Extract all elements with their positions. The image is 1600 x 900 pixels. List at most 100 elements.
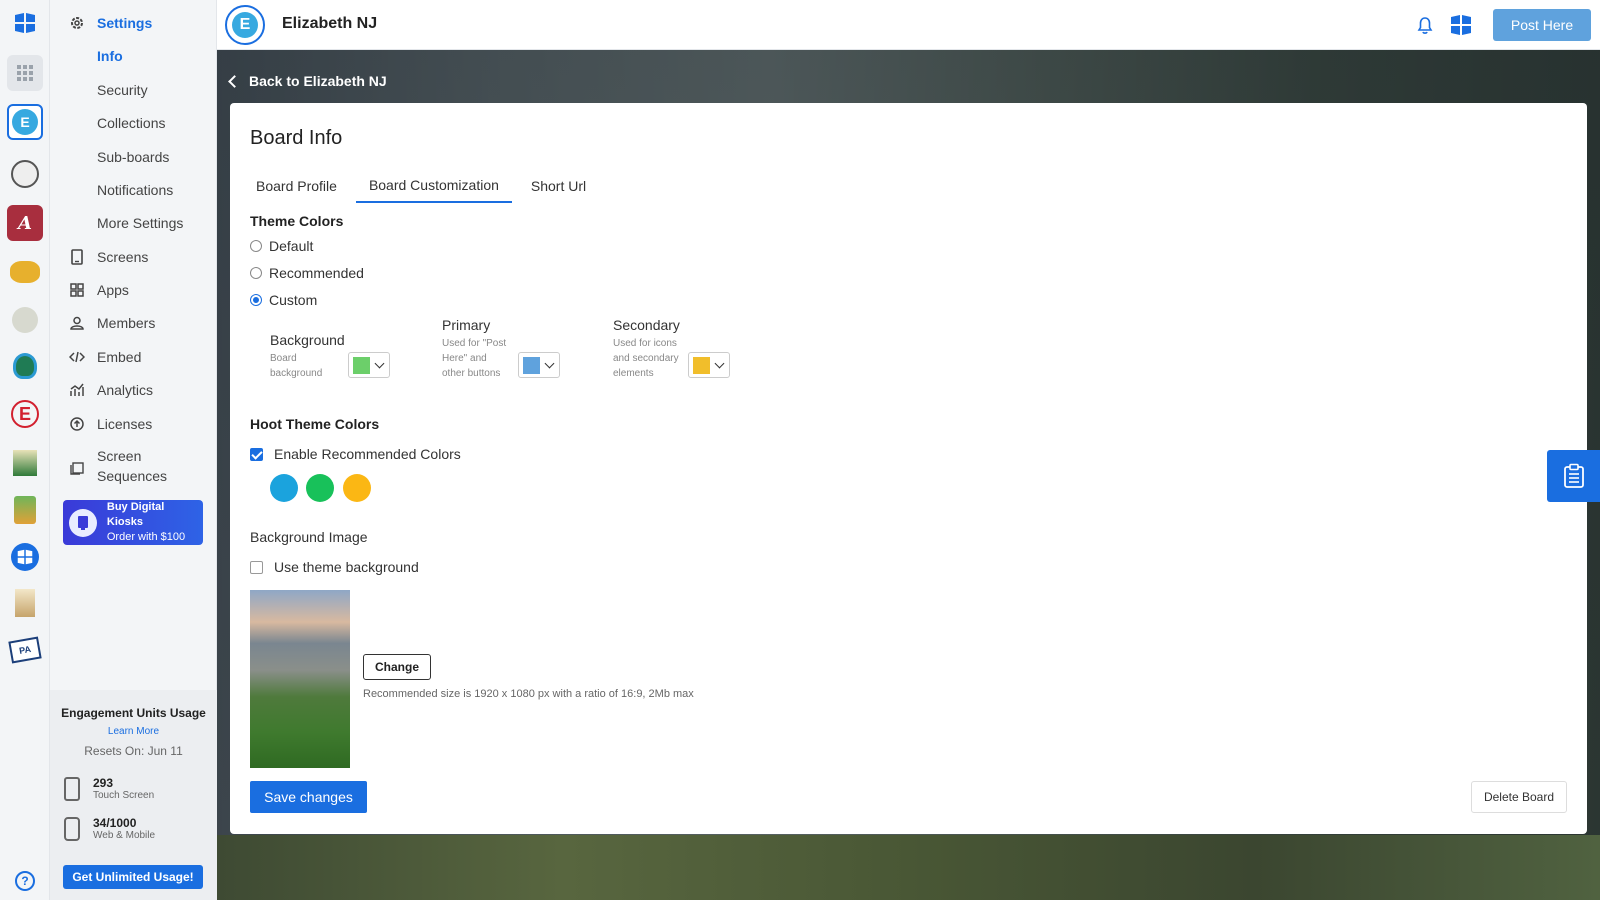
upload-circle-icon (68, 415, 86, 433)
board-pa-flag-icon[interactable]: PA (7, 632, 43, 668)
radio-button[interactable] (250, 267, 262, 279)
radio-label: Recommended (269, 265, 364, 281)
sidebar-item-analytics[interactable]: Analytics (68, 378, 153, 402)
chevron-down-icon (544, 358, 555, 369)
change-image-button[interactable]: Change (363, 654, 431, 680)
primary-color-picker[interactable] (518, 352, 560, 378)
sidebar-item-label: Embed (97, 349, 142, 365)
board-crest-icon[interactable] (7, 302, 43, 338)
board-logo-letter-icon: E (12, 109, 38, 135)
promo-title: Buy Digital Kiosks (106, 501, 165, 528)
page-title: Board Info (250, 127, 343, 149)
post-here-button[interactable]: Post Here (1493, 9, 1591, 41)
sidebar-sub-info[interactable]: Info (97, 44, 123, 68)
board-cheer-icon[interactable] (7, 254, 43, 290)
hoot-color-blue[interactable] (270, 474, 298, 502)
background-color-block: Background Board background (270, 332, 345, 381)
radio-custom[interactable]: Custom (250, 292, 317, 308)
background-trees (217, 835, 1600, 900)
board-name[interactable]: Elizabeth NJ (282, 15, 377, 33)
radio-label: Default (269, 238, 314, 254)
clipboard-icon (1563, 463, 1584, 488)
tablet-icon (68, 248, 86, 266)
radio-default[interactable]: Default (250, 238, 313, 254)
chart-icon (68, 381, 86, 399)
sidebar-sub-collections[interactable]: Collections (97, 111, 165, 135)
sidebar-sub-notifications[interactable]: Notifications (97, 178, 173, 202)
touch-screen-icon (64, 776, 80, 801)
sidebar-sub-sub-boards[interactable]: Sub-boards (97, 145, 169, 169)
sidebar-item-label: Apps (97, 282, 129, 298)
settings-sidebar: Settings Info Security Collections Sub-b… (50, 0, 217, 900)
sidebar-sub-security[interactable]: Security (97, 78, 148, 102)
hoot-color-yellow[interactable] (343, 474, 371, 502)
sidebar-sub-more-settings[interactable]: More Settings (97, 211, 183, 235)
sidebar-item-settings[interactable]: Settings (68, 11, 152, 35)
tab-bar: Board Profile Board Customization Short … (243, 169, 605, 203)
tab-board-profile[interactable]: Board Profile (243, 169, 350, 203)
usage-title: Engagement Units Usage (61, 706, 206, 720)
radio-button[interactable] (250, 240, 262, 252)
hoot-theme-title: Hoot Theme Colors (250, 416, 380, 432)
board-script-a-icon[interactable]: A (7, 205, 43, 241)
board-info-card: Board Info Board Profile Board Customiza… (230, 103, 1587, 834)
primary-color-block: Primary Used for "Post Here" and other b… (442, 317, 510, 381)
board-school-icon[interactable] (7, 445, 43, 481)
clipboard-button[interactable] (1547, 450, 1600, 502)
hoot-color-green[interactable] (306, 474, 334, 502)
code-icon (68, 348, 86, 366)
delete-board-button[interactable]: Delete Board (1471, 781, 1567, 813)
color-swatch (523, 357, 540, 374)
tab-short-url[interactable]: Short Url (518, 169, 599, 203)
background-color-picker[interactable] (348, 352, 390, 378)
save-changes-button[interactable]: Save changes (250, 781, 367, 813)
all-boards-icon[interactable] (7, 55, 43, 91)
sidebar-item-licenses[interactable]: Licenses (68, 412, 152, 436)
get-unlimited-button[interactable]: Get Unlimited Usage! (63, 865, 203, 889)
tab-board-customization[interactable]: Board Customization (355, 169, 512, 203)
board-e-red-icon[interactable]: E (7, 396, 43, 432)
sidebar-item-screens[interactable]: Screens (68, 245, 148, 269)
sidebar-item-embed[interactable]: Embed (68, 345, 141, 369)
enable-recommended-colors[interactable]: Enable Recommended Colors (250, 446, 461, 462)
bell-icon[interactable] (1415, 15, 1435, 35)
board-hoot-icon[interactable] (7, 539, 43, 575)
color-description: Used for "Post Here" and other buttons (442, 338, 507, 379)
radio-recommended[interactable]: Recommended (250, 265, 364, 281)
mobile-icon (64, 816, 80, 841)
board-seal-icon[interactable] (7, 156, 43, 192)
chevron-down-icon (374, 358, 385, 369)
board-tower-icon[interactable] (7, 585, 43, 621)
secondary-color-picker[interactable] (688, 352, 730, 378)
image-size-hint: Recommended size is 1920 x 1080 px with … (363, 688, 694, 700)
color-description: Board background (270, 353, 323, 379)
sidebar-item-label: Analytics (97, 382, 154, 398)
learn-more-link[interactable]: Learn More (50, 726, 217, 737)
radio-button[interactable] (250, 294, 262, 306)
hoot-apps-icon[interactable] (1450, 14, 1472, 36)
background-image-thumbnail (250, 590, 350, 768)
gear-icon (68, 14, 86, 32)
board-columbia-icon[interactable] (7, 348, 43, 384)
buy-kiosks-banner[interactable]: Buy Digital Kiosks Order with $100 (63, 500, 203, 545)
touch-count: 293 (93, 776, 114, 790)
screens-icon (68, 459, 86, 477)
usage-web-row: 34/1000 Web & Mobile (64, 816, 155, 841)
board-elizabeth-icon[interactable]: E (7, 104, 43, 140)
hoot-logo-icon[interactable] (14, 13, 36, 33)
sidebar-item-apps[interactable]: Apps (68, 278, 129, 302)
checkbox[interactable] (250, 447, 263, 461)
board-logo[interactable]: E (225, 5, 265, 45)
secondary-color-block: Secondary Used for icons and secondary e… (613, 317, 681, 381)
checkbox[interactable] (250, 560, 263, 574)
color-title: Secondary (613, 317, 680, 333)
use-theme-background[interactable]: Use theme background (250, 559, 419, 575)
back-link[interactable]: Back to Elizabeth NJ (228, 73, 387, 89)
sidebar-item-members[interactable]: Members (68, 311, 155, 335)
usage-panel: Engagement Units Usage Learn More Resets… (50, 690, 217, 900)
sidebar-item-label: Members (97, 315, 156, 331)
help-icon[interactable]: ? (15, 871, 35, 891)
sidebar-item-screen-sequences[interactable]: Screen Sequences (68, 446, 177, 490)
board-plant-icon[interactable] (7, 492, 43, 528)
back-link-label: Back to Elizabeth NJ (249, 73, 387, 89)
